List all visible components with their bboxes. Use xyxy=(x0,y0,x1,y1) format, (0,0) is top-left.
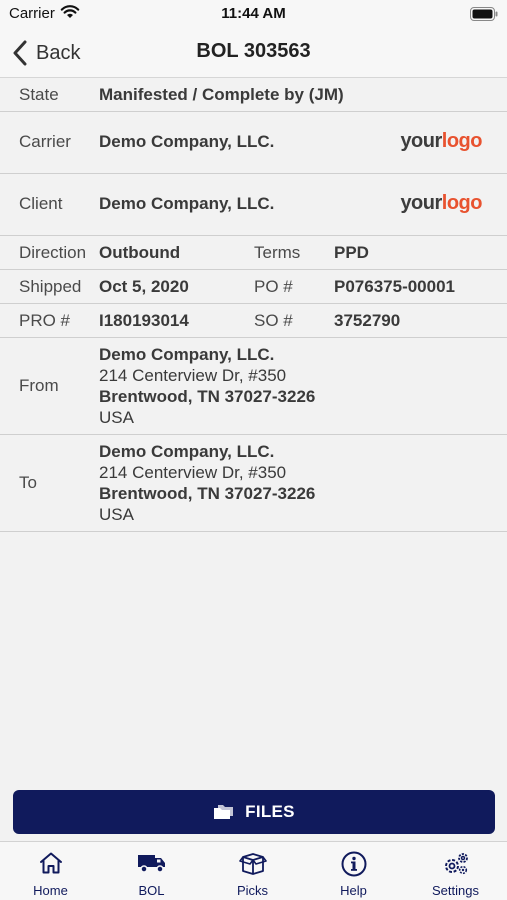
shipped-row: Shipped Oct 5, 2020 PO # P076375-00001 xyxy=(0,270,507,304)
state-label: State xyxy=(19,85,59,104)
from-name: Demo Company, LLC. xyxy=(99,345,275,364)
shipped-value: Oct 5, 2020 xyxy=(99,277,189,296)
logo-logo-text: logo xyxy=(441,192,483,214)
direction-label: Direction xyxy=(19,243,87,262)
state-value: Manifested / Complete by (JM) xyxy=(99,85,344,104)
home-icon xyxy=(39,852,62,874)
tab-settings-label: Settings xyxy=(432,883,479,898)
carrier-logo: yourlogo xyxy=(400,130,482,153)
navigation-bar: Back BOL 303563 xyxy=(0,28,507,78)
direction-value: Outbound xyxy=(99,243,181,262)
tab-settings[interactable]: Settings xyxy=(404,842,507,900)
po-label: PO # xyxy=(254,277,293,296)
pro-row: PRO # I180193014 SO # 3752790 xyxy=(0,304,507,338)
direction-row: Direction Outbound Terms PPD xyxy=(0,236,507,270)
to-label: To xyxy=(19,473,37,492)
tab-home-label: Home xyxy=(33,883,68,898)
to-row: To Demo Company, LLC. 214 Centerview Dr,… xyxy=(0,435,507,532)
terms-value: PPD xyxy=(334,243,369,262)
po-value: P076375-00001 xyxy=(334,277,456,296)
battery-icon xyxy=(470,7,498,26)
files-label: FILES xyxy=(245,802,295,821)
from-country: USA xyxy=(99,408,134,427)
shipped-label: Shipped xyxy=(19,277,82,296)
page-title: BOL 303563 xyxy=(196,40,311,62)
tab-bol[interactable]: BOL xyxy=(101,842,202,900)
from-street: 214 Centerview Dr, #350 xyxy=(99,366,287,385)
to-country: USA xyxy=(99,505,134,524)
so-label: SO # xyxy=(254,311,293,330)
status-time: 11:44 AM xyxy=(221,5,286,22)
files-button[interactable]: FILES xyxy=(13,790,495,834)
gears-icon xyxy=(444,853,468,875)
box-icon xyxy=(238,853,267,875)
client-logo: yourlogo xyxy=(400,192,482,215)
to-name: Demo Company, LLC. xyxy=(99,442,275,461)
status-bar: Carrier 11:44 AM xyxy=(0,0,507,28)
to-street: 214 Centerview Dr, #350 xyxy=(99,463,287,482)
state-row: State Manifested / Complete by (JM) xyxy=(0,78,507,112)
so-value: 3752790 xyxy=(334,311,401,330)
client-value: Demo Company, LLC. xyxy=(99,194,275,213)
from-address: Demo Company, LLC. 214 Centerview Dr, #3… xyxy=(99,344,315,428)
from-city: Brentwood, TN 37027-3226 xyxy=(99,387,316,406)
logo-logo-text: logo xyxy=(441,130,483,152)
pro-label: PRO # xyxy=(19,311,71,330)
carrier-row: Carrier Demo Company, LLC. yourlogo xyxy=(0,112,507,174)
logo-your-text: your xyxy=(400,192,442,214)
to-city: Brentwood, TN 37027-3226 xyxy=(99,484,316,503)
tab-picks-label: Picks xyxy=(236,883,269,898)
tab-help-label: Help xyxy=(340,883,367,898)
client-row: Client Demo Company, LLC. yourlogo xyxy=(0,174,507,236)
folder-icon xyxy=(214,805,234,819)
tab-bar: Home BOL Picks Help Settings xyxy=(0,841,507,900)
tab-picks[interactable]: Picks xyxy=(202,842,303,900)
from-row: From Demo Company, LLC. 214 Centerview D… xyxy=(0,338,507,435)
tab-bol-label: BOL xyxy=(138,883,165,898)
client-label: Client xyxy=(19,194,63,213)
carrier-field-label: Carrier xyxy=(19,132,71,151)
bol-details: State Manifested / Complete by (JM) Carr… xyxy=(0,78,507,532)
info-icon xyxy=(341,851,366,877)
tab-home[interactable]: Home xyxy=(0,842,101,900)
pro-value: I180193014 xyxy=(99,311,189,330)
terms-label: Terms xyxy=(254,243,301,262)
logo-your-text: your xyxy=(400,130,442,152)
carrier-value: Demo Company, LLC. xyxy=(99,132,275,151)
to-address: Demo Company, LLC. 214 Centerview Dr, #3… xyxy=(99,441,315,525)
from-label: From xyxy=(19,376,59,395)
truck-icon xyxy=(137,855,165,873)
tab-help[interactable]: Help xyxy=(303,842,404,900)
